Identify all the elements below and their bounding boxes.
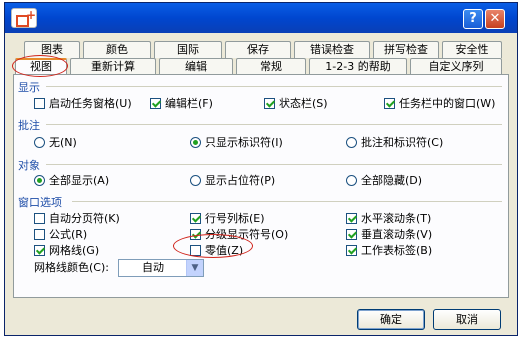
tab-color[interactable]: 颜色 — [83, 41, 151, 58]
section-comments: 批注 — [18, 119, 40, 132]
tab-general[interactable]: 常规 — [236, 58, 306, 75]
option-windows-in-taskbar[interactable]: 任务栏中的窗口(W) — [384, 97, 495, 111]
tab-lotus-help[interactable]: 1-2-3 的帮助 — [309, 58, 407, 75]
chevron-down-icon[interactable]: ▼ — [186, 260, 203, 276]
tab-spelling[interactable]: 拼写检查 — [373, 41, 439, 58]
radio-selected[interactable] — [34, 175, 45, 186]
option-show-placeholders[interactable]: 显示占位符(P) — [190, 174, 275, 188]
option-formula-bar[interactable]: 编辑栏(F) — [150, 97, 213, 111]
annotation-circle-view-tab — [12, 55, 68, 77]
gridline-color-value: 自动 — [142, 261, 164, 274]
gridline-color-select[interactable]: 自动 ▼ — [118, 259, 204, 277]
option-status-bar[interactable]: 状态栏(S) — [264, 97, 328, 111]
checkbox-checked[interactable] — [346, 213, 357, 224]
tab-error-checking[interactable]: 错误检查 — [294, 41, 370, 58]
section-display: 显示 — [18, 81, 40, 94]
option-row-column-headers[interactable]: 行号列标(E) — [190, 212, 265, 226]
option-formulas[interactable]: 公式(R) — [34, 228, 87, 242]
checkbox[interactable] — [34, 213, 45, 224]
option-comments-none[interactable]: 无(N) — [34, 136, 77, 150]
radio[interactable] — [346, 175, 357, 186]
section-objects: 对象 — [18, 159, 40, 172]
checkbox-checked[interactable] — [264, 98, 275, 109]
section-window-options: 窗口选项 — [18, 196, 62, 209]
help-button[interactable]: ? — [463, 9, 483, 29]
option-hide-all[interactable]: 全部隐藏(D) — [346, 174, 422, 188]
options-dialog: + ? ✕ 图表 颜色 国际 保存 错误检查 拼写检查 安全性 视图 重新计算 … — [4, 2, 518, 336]
close-button[interactable]: ✕ — [485, 9, 505, 29]
tab-security[interactable]: 安全性 — [442, 41, 502, 58]
app-icon: + — [11, 8, 37, 28]
radio[interactable] — [190, 175, 201, 186]
option-horizontal-scrollbar[interactable]: 水平滚动条(T) — [346, 212, 431, 226]
tab-calculation[interactable]: 重新计算 — [70, 58, 156, 75]
checkbox-checked[interactable] — [150, 98, 161, 109]
gridline-color-label: 网格线颜色(C): — [34, 261, 109, 274]
checkbox-checked[interactable] — [384, 98, 395, 109]
option-sheet-tabs[interactable]: 工作表标签(B) — [346, 244, 432, 258]
checkbox[interactable] — [34, 98, 45, 109]
tab-row-top: 图表 颜色 国际 保存 错误检查 拼写检查 安全性 — [5, 41, 519, 58]
radio[interactable] — [346, 137, 357, 148]
radio[interactable] — [34, 137, 45, 148]
option-startup-task-pane[interactable]: 启动任务窗格(U) — [34, 97, 132, 111]
checkbox[interactable] — [34, 229, 45, 240]
ok-button[interactable]: 确定 — [357, 309, 425, 330]
checkbox-checked[interactable] — [346, 229, 357, 240]
view-panel: 显示 启动任务窗格(U) 编辑栏(F) 状态栏(S) 任务栏中的窗口(W) 批注… — [13, 74, 509, 298]
option-show-all[interactable]: 全部显示(A) — [34, 174, 109, 188]
annotation-circle-zero-values — [173, 234, 253, 258]
tab-row-bottom: 视图 重新计算 编辑 常规 1-2-3 的帮助 自定义序列 — [5, 58, 519, 75]
tab-edit[interactable]: 编辑 — [159, 58, 233, 75]
checkbox-checked[interactable] — [346, 245, 357, 256]
option-page-breaks[interactable]: 自动分页符(K) — [34, 212, 120, 226]
tab-international[interactable]: 国际 — [154, 41, 222, 58]
option-comment-and-indicator[interactable]: 批注和标识符(C) — [346, 136, 443, 150]
option-indicator-only[interactable]: 只显示标识符(I) — [190, 136, 283, 150]
tab-save[interactable]: 保存 — [225, 41, 291, 58]
option-vertical-scrollbar[interactable]: 垂直滚动条(V) — [346, 228, 432, 242]
checkbox-checked[interactable] — [34, 245, 45, 256]
tab-custom-lists[interactable]: 自定义序列 — [410, 58, 502, 75]
title-bar: + ? ✕ — [5, 3, 517, 33]
radio-selected[interactable] — [190, 137, 201, 148]
cancel-button[interactable]: 取消 — [433, 309, 501, 330]
checkbox-checked[interactable] — [190, 213, 201, 224]
option-gridlines[interactable]: 网格线(G) — [34, 244, 99, 258]
